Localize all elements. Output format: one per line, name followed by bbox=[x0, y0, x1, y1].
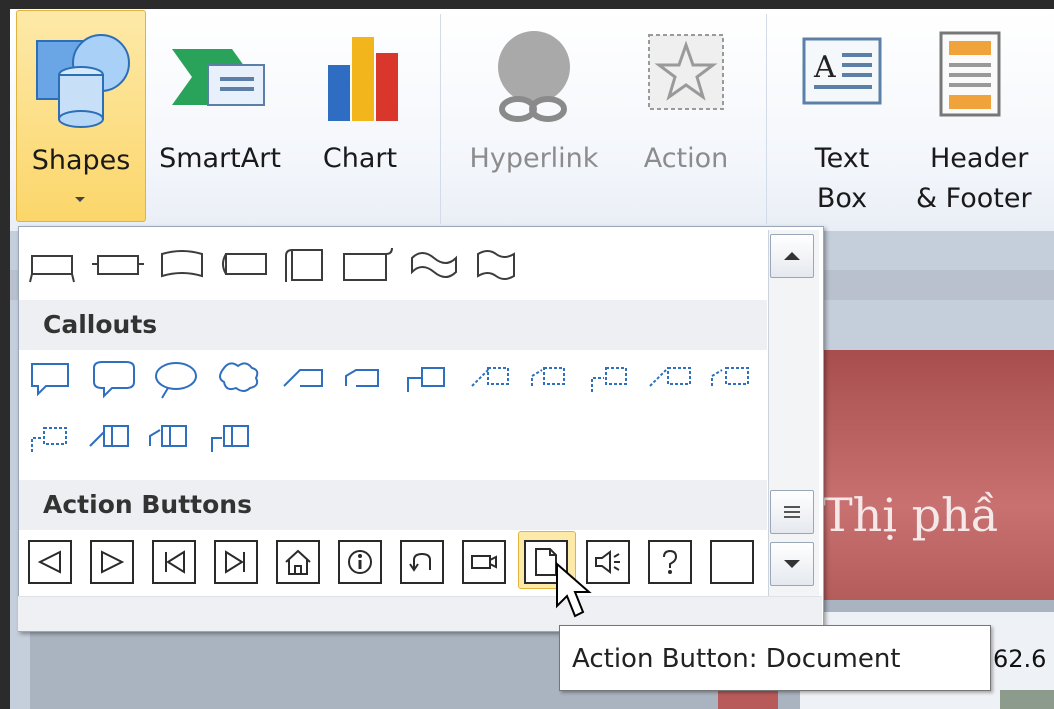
action-button-home[interactable] bbox=[276, 540, 320, 584]
hyperlink-button[interactable]: Hyperlink bbox=[454, 9, 614, 221]
shapes-dropdown-arrow-icon bbox=[75, 197, 85, 202]
ribbon-separator bbox=[766, 14, 767, 224]
scroll-down-button[interactable] bbox=[770, 542, 814, 586]
callouts-heading: Callouts bbox=[19, 300, 767, 350]
text-box-label-line1: Text bbox=[814, 143, 870, 174]
information-icon bbox=[348, 550, 372, 574]
callout-shapes-row-2[interactable] bbox=[28, 418, 288, 462]
action-button-forward[interactable] bbox=[90, 540, 134, 584]
shapes-button[interactable]: Shapes bbox=[16, 10, 146, 222]
action-button-return[interactable] bbox=[400, 540, 444, 584]
smartart-label: SmartArt bbox=[159, 143, 281, 174]
slide-value-fragment: 62.6 bbox=[993, 645, 1047, 673]
banner-shapes-icon[interactable] bbox=[28, 244, 558, 286]
more-lines-icon bbox=[784, 506, 800, 518]
scroll-up-button[interactable] bbox=[770, 234, 814, 278]
tooltip: Action Button: Document bbox=[559, 625, 991, 691]
shapes-icon bbox=[31, 29, 131, 141]
action-button-end[interactable] bbox=[214, 540, 258, 584]
action-button-custom[interactable] bbox=[710, 540, 754, 584]
ribbon-separator bbox=[440, 14, 441, 224]
movie-icon bbox=[471, 555, 497, 569]
action-button-back[interactable] bbox=[28, 540, 72, 584]
action-icon bbox=[641, 27, 731, 129]
slide-preview[interactable] bbox=[818, 350, 1054, 610]
hyperlink-icon bbox=[486, 27, 582, 139]
hyperlink-label: Hyperlink bbox=[469, 143, 599, 174]
text-box-label-line2: Box bbox=[816, 183, 868, 214]
powerpoint-window: Shapes SmartArt Chart Hyperlink Action A… bbox=[0, 0, 1054, 709]
slide-title-fragment: Thị phầ bbox=[822, 488, 999, 542]
back-icon bbox=[37, 550, 61, 574]
beginning-icon bbox=[165, 550, 185, 574]
help-icon bbox=[663, 549, 678, 574]
chart-button[interactable]: Chart bbox=[300, 9, 420, 221]
header-footer-icon bbox=[937, 31, 1007, 133]
action-label: Action bbox=[643, 143, 729, 174]
header-footer-button[interactable]: Header & Footer bbox=[908, 9, 1054, 221]
action-button[interactable]: Action bbox=[626, 9, 746, 221]
chevron-up-icon bbox=[784, 252, 800, 260]
action-buttons-heading: Action Buttons bbox=[19, 480, 767, 530]
action-button-help[interactable] bbox=[648, 540, 692, 584]
shapes-label: Shapes bbox=[31, 145, 131, 176]
home-icon bbox=[285, 549, 311, 575]
svg-text:A: A bbox=[813, 50, 836, 85]
chart-label: Chart bbox=[322, 143, 398, 174]
chevron-down-icon bbox=[784, 560, 800, 568]
smartart-button[interactable]: SmartArt bbox=[150, 9, 290, 221]
window-border-top bbox=[0, 0, 1054, 9]
chart-icon bbox=[312, 25, 408, 137]
text-box-icon: A bbox=[802, 37, 882, 119]
action-button-information[interactable] bbox=[338, 540, 382, 584]
smartart-icon bbox=[170, 43, 270, 125]
gallery-more-button[interactable] bbox=[770, 490, 814, 534]
end-icon bbox=[225, 550, 245, 574]
forward-icon bbox=[101, 550, 125, 574]
header-footer-label-line2: & Footer bbox=[916, 183, 1032, 214]
header-footer-label-line1: Header bbox=[930, 143, 1029, 174]
slide-thumbnail[interactable] bbox=[1000, 690, 1054, 709]
action-button-beginning[interactable] bbox=[152, 540, 196, 584]
action-button-movie[interactable] bbox=[462, 540, 506, 584]
mouse-cursor-icon bbox=[556, 562, 592, 618]
sound-icon bbox=[595, 550, 620, 574]
window-border-left bbox=[0, 0, 10, 709]
text-box-button[interactable]: A Text Box bbox=[790, 9, 894, 221]
return-icon bbox=[409, 552, 431, 572]
banners-row bbox=[28, 244, 558, 290]
callout-shapes-row-1[interactable] bbox=[28, 358, 768, 402]
slide-thumbnail[interactable] bbox=[718, 690, 778, 709]
